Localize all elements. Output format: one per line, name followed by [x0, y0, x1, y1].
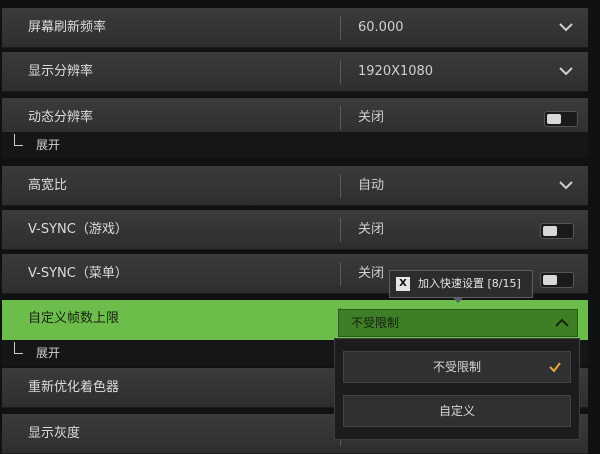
background-watermark [400, 138, 470, 164]
vsync-menu-toggle[interactable] [540, 272, 574, 288]
setting-row-resolution[interactable]: 显示分辨率 1920X1080 [2, 52, 588, 92]
setting-value: 1920X1080 [358, 64, 434, 79]
toggle-knob [547, 114, 561, 124]
quick-settings-tooltip: X 加入快速设置 [8/15] [389, 270, 533, 298]
setting-value: 关闭 [358, 222, 385, 237]
setting-row-aspect-ratio[interactable]: 高宽比 自动 [2, 166, 588, 206]
toggle-knob [543, 226, 557, 236]
divider [340, 262, 341, 286]
option-label: 不受限制 [432, 360, 481, 374]
tooltip-text: 加入快速设置 [8/15] [418, 277, 521, 290]
selected-value: 不受限制 [351, 316, 400, 330]
chevron-up-icon [555, 318, 569, 327]
expand-subrow[interactable]: 展开 [2, 132, 588, 158]
divider [340, 106, 341, 130]
dropdown-option-unlimited[interactable]: 不受限制 [343, 351, 571, 383]
tooltip-tail [452, 297, 464, 303]
setting-value: 自动 [358, 178, 385, 193]
dynamic-resolution-toggle[interactable] [544, 111, 578, 127]
setting-row-vsync-game[interactable]: V-SYNC（游戏） 关闭 [2, 210, 588, 250]
vsync-game-toggle[interactable] [540, 223, 574, 239]
branch-corner-icon [14, 134, 23, 146]
setting-label: 显示灰度 [28, 426, 81, 441]
expand-label: 展开 [36, 138, 61, 152]
expand-label: 展开 [36, 346, 61, 360]
chevron-down-icon[interactable] [558, 21, 574, 33]
setting-row-refresh-rate[interactable]: 屏幕刷新频率 60.000 [2, 8, 588, 48]
setting-label: 显示分辨率 [28, 64, 94, 79]
setting-value: 60.000 [358, 20, 404, 35]
setting-value: 关闭 [358, 266, 385, 281]
x-key-icon: X [396, 277, 410, 291]
branch-corner-icon [14, 342, 23, 354]
divider [340, 218, 341, 242]
toggle-knob [543, 275, 557, 285]
fps-limit-select[interactable]: 不受限制 [338, 309, 578, 337]
setting-label: 高宽比 [28, 178, 68, 193]
check-icon [549, 362, 561, 373]
divider [340, 60, 341, 84]
setting-label: V-SYNC（菜单） [28, 266, 128, 281]
chevron-down-icon[interactable] [558, 179, 574, 191]
option-label: 自定义 [438, 404, 475, 418]
divider [340, 16, 341, 40]
setting-label: V-SYNC（游戏） [28, 222, 128, 237]
setting-label: 屏幕刷新频率 [28, 20, 107, 35]
chevron-down-icon[interactable] [558, 65, 574, 77]
divider [340, 174, 341, 198]
dropdown-option-custom[interactable]: 自定义 [343, 395, 571, 427]
setting-label: 重新优化着色器 [28, 380, 120, 395]
fps-limit-dropdown: 不受限制 自定义 [334, 338, 580, 440]
setting-label: 自定义帧数上限 [28, 311, 120, 326]
